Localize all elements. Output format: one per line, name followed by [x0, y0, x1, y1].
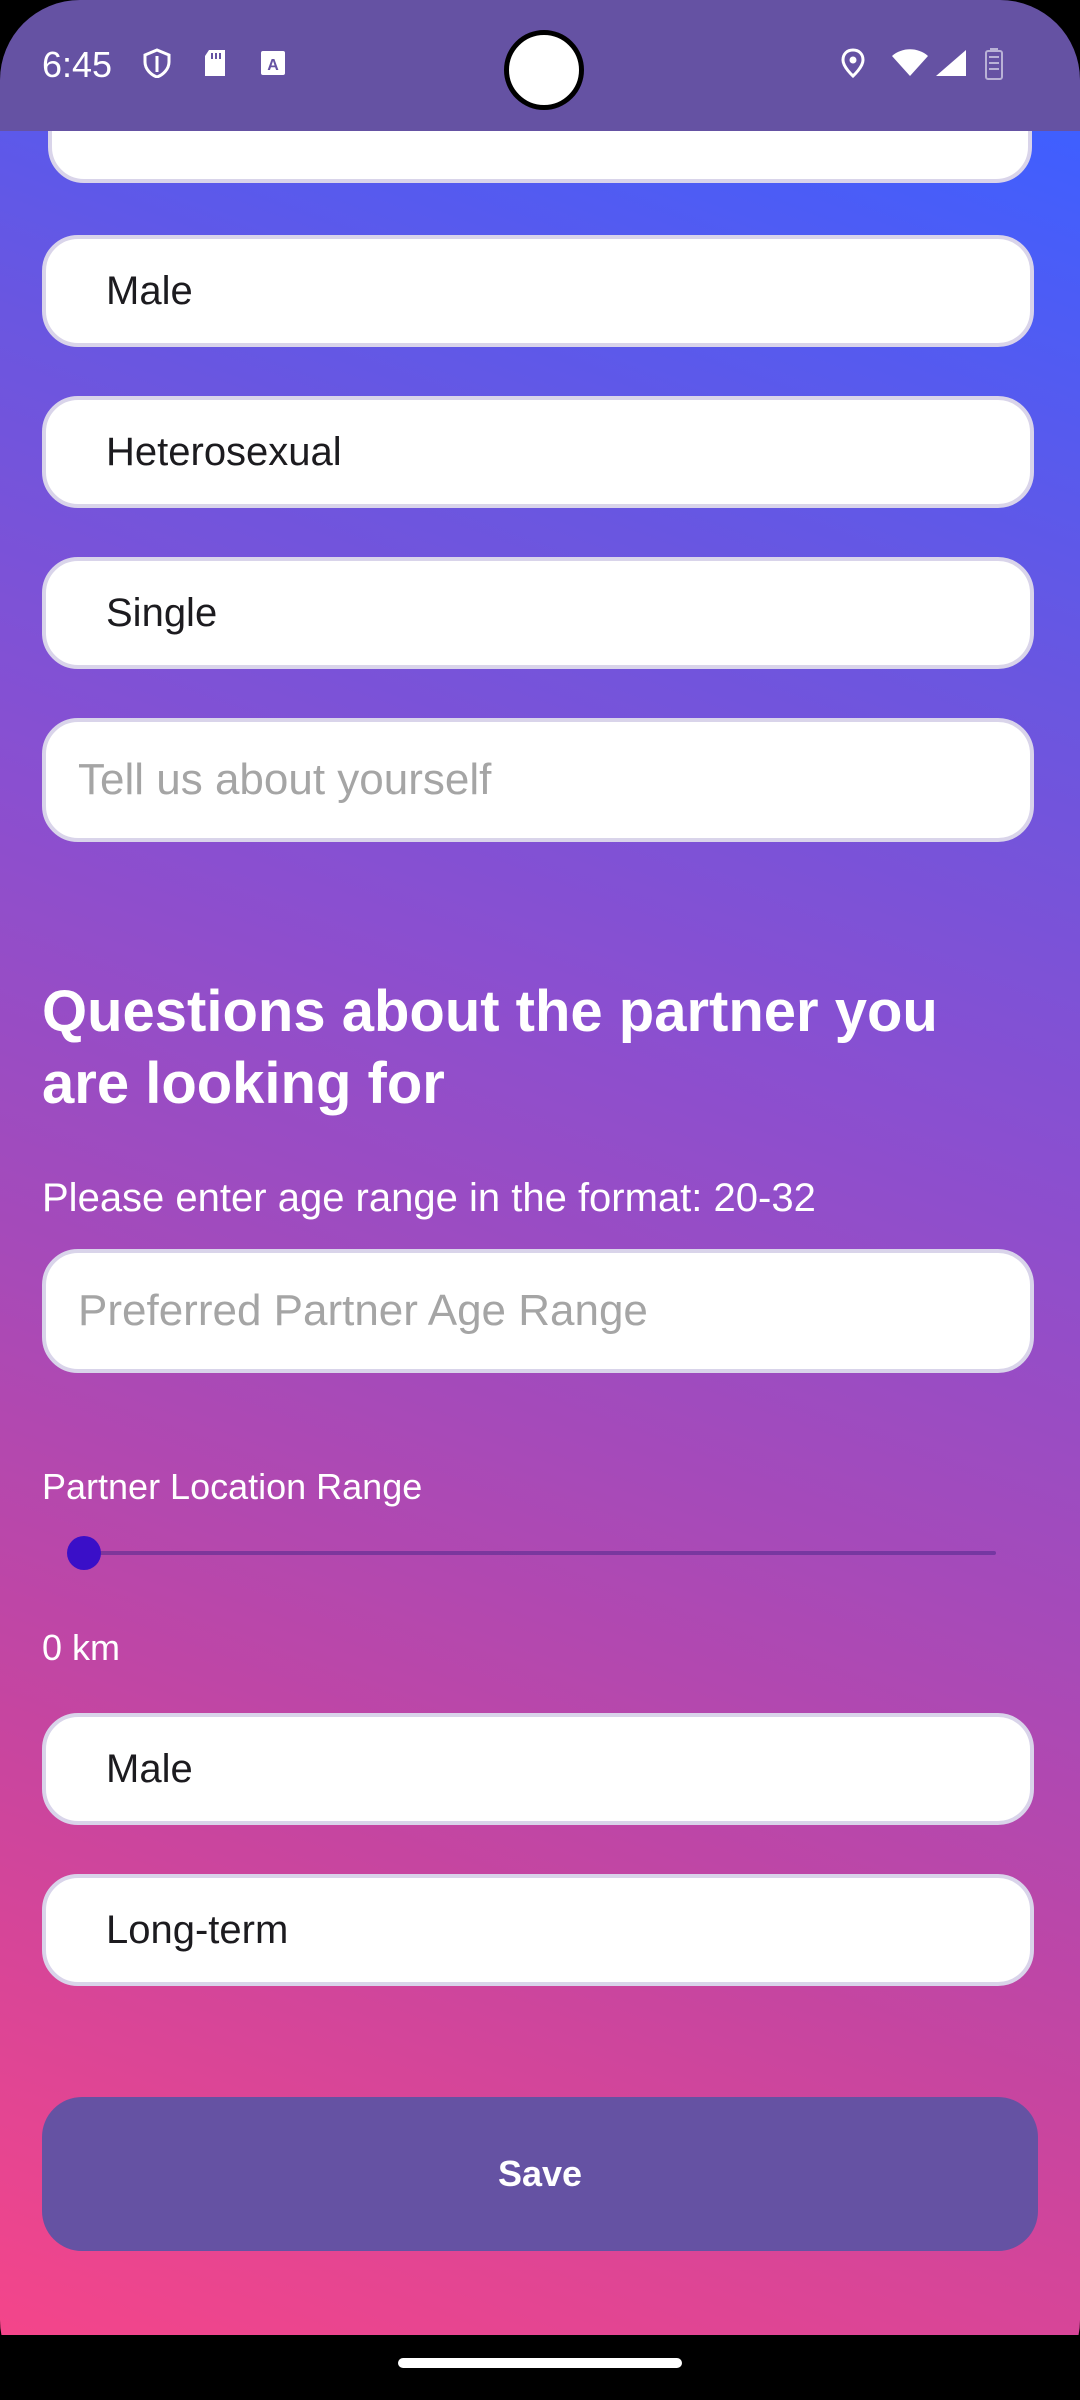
location-icon — [838, 48, 868, 79]
battery-icon — [984, 48, 1004, 80]
save-button[interactable]: Save — [42, 2097, 1038, 2251]
orientation-select[interactable]: Heterosexual — [42, 396, 1034, 508]
camera-cutout — [504, 30, 584, 110]
phone-screen: 6:45 A Male Heterosexual Single Tell us … — [0, 0, 1080, 2400]
relationship-type-select-value: Long-term — [106, 1907, 289, 1952]
gender-select-value: Male — [106, 268, 193, 313]
svg-text:A: A — [267, 57, 279, 74]
status-time: 6:45 — [42, 44, 113, 85]
gender-select[interactable]: Male — [42, 235, 1034, 347]
home-indicator[interactable] — [398, 2358, 682, 2368]
age-range-field[interactable] — [42, 1249, 1034, 1373]
profile-form: Male Heterosexual Single Questions about… — [0, 131, 1080, 2335]
age-range-input[interactable] — [76, 1285, 1000, 1337]
about-field[interactable] — [42, 718, 1034, 842]
location-range-label: Partner Location Range — [42, 1466, 423, 1507]
sd-card-icon — [200, 48, 230, 78]
location-range-slider-track[interactable] — [84, 1551, 996, 1555]
signal-icon — [934, 48, 968, 78]
age-range-hint: Please enter age range in the format: 20… — [42, 1176, 816, 1220]
navigation-bar — [0, 2335, 1080, 2400]
partner-section-title: Questions about the partner you are look… — [42, 979, 938, 1116]
partner-gender-select[interactable]: Male — [42, 1713, 1034, 1825]
relationship-status-select-value: Single — [106, 590, 218, 635]
partial-field-top[interactable] — [48, 131, 1032, 183]
status-bar: 6:45 A — [0, 0, 1080, 131]
shield-icon — [142, 48, 172, 79]
relationship-status-select[interactable]: Single — [42, 557, 1034, 669]
location-range-slider-thumb[interactable] — [67, 1536, 101, 1570]
relationship-type-select[interactable]: Long-term — [42, 1874, 1034, 1986]
orientation-select-value: Heterosexual — [106, 429, 342, 474]
wifi-icon — [890, 48, 930, 78]
location-range-value: 0 km — [42, 1627, 121, 1668]
about-input[interactable] — [76, 754, 1000, 806]
partner-gender-select-value: Male — [106, 1746, 193, 1791]
font-icon: A — [258, 48, 288, 78]
